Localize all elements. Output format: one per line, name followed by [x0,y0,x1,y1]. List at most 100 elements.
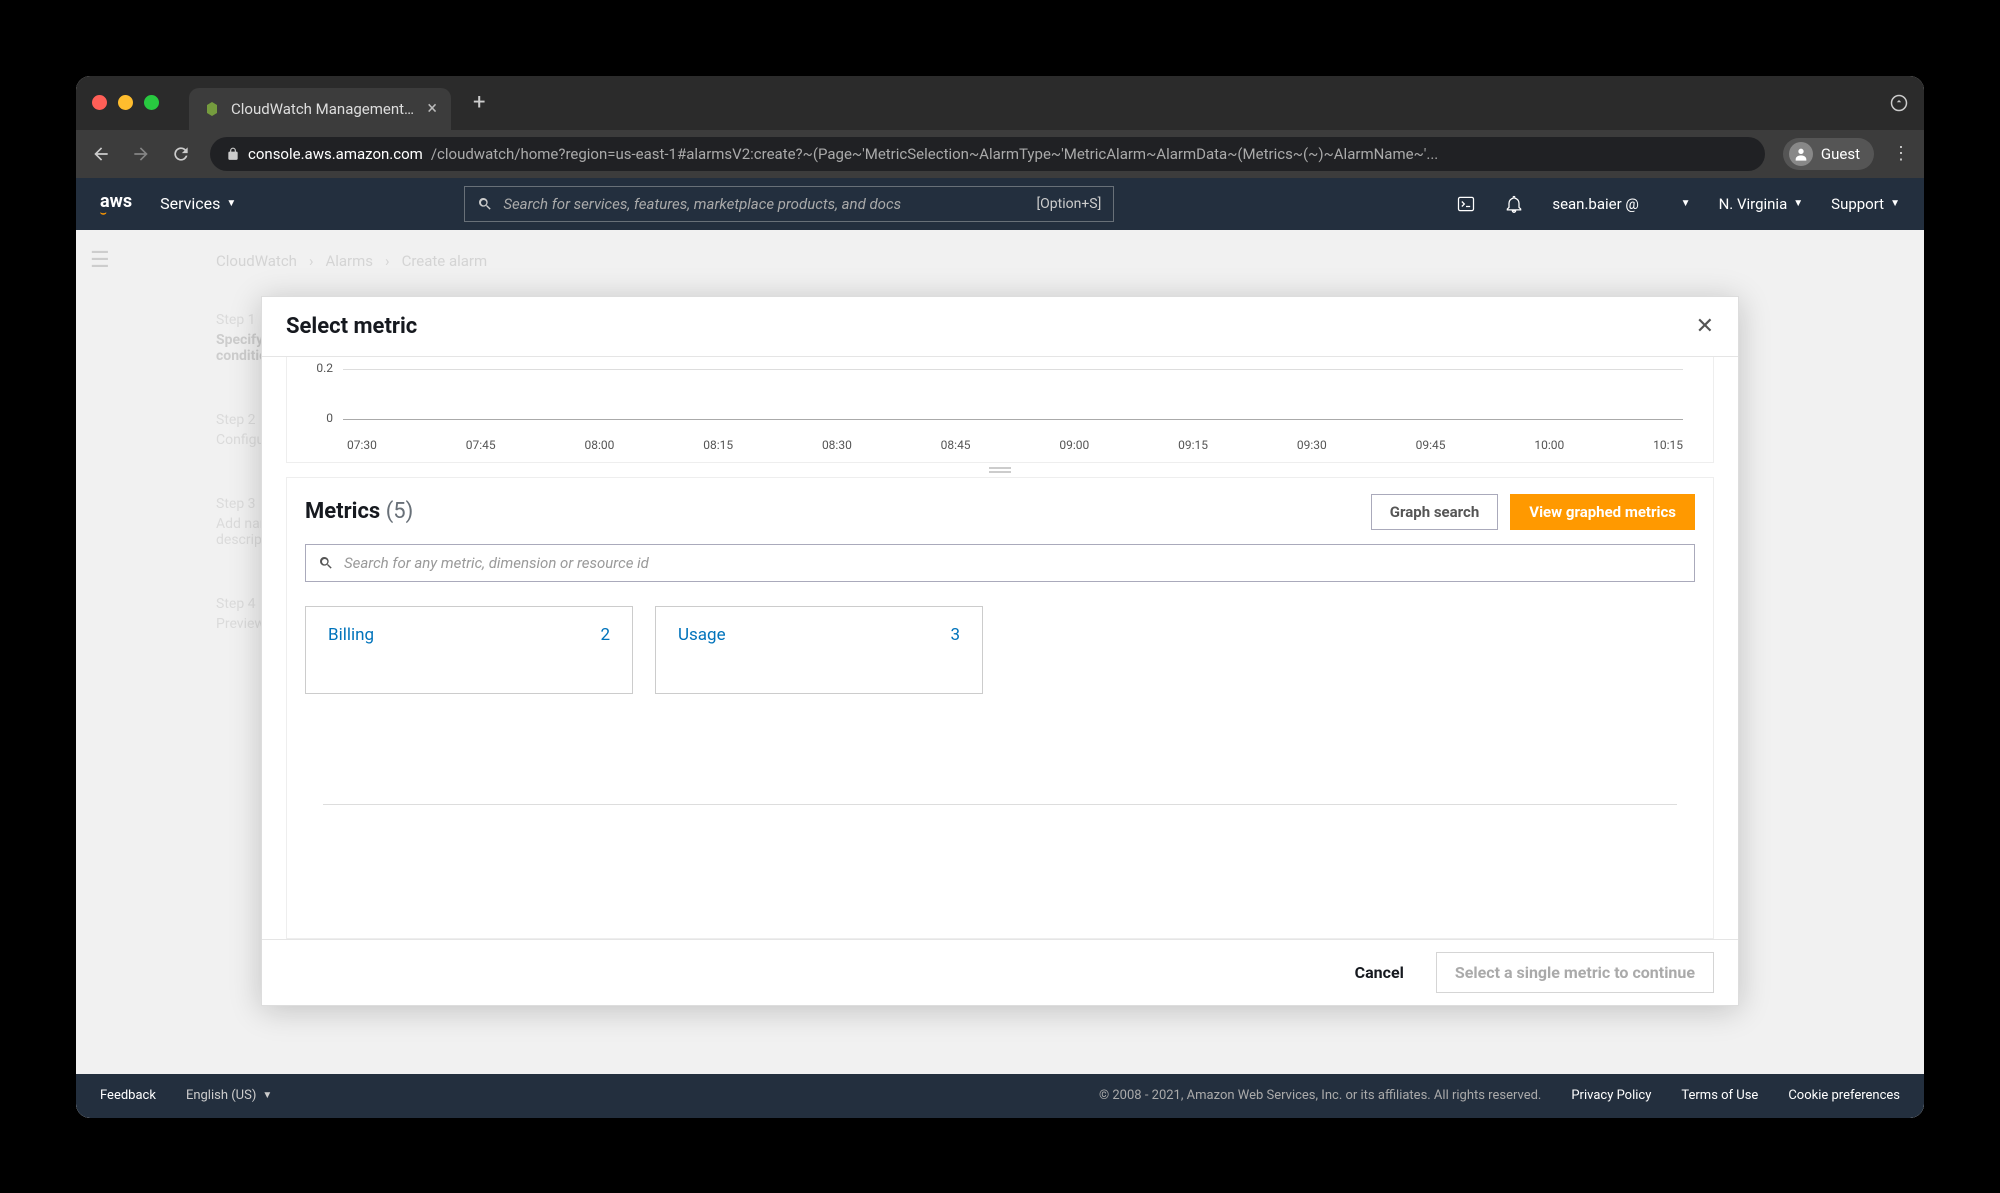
modal-footer: Cancel Select a single metric to continu… [262,939,1738,1005]
browser-omnibar: console.aws.amazon.com/cloudwatch/home?r… [76,130,1924,178]
browser-tab[interactable]: CloudWatch Management Cons × [189,88,451,130]
metrics-actions: Graph search View graphed metrics [1371,494,1695,530]
url-host: console.aws.amazon.com [248,145,423,163]
terms-link[interactable]: Terms of Use [1681,1088,1758,1103]
copyright: © 2008 - 2021, Amazon Web Services, Inc.… [1099,1088,1541,1103]
modal-header: Select metric ✕ [262,297,1738,357]
window-controls [92,95,159,110]
cancel-button[interactable]: Cancel [1343,955,1416,990]
browser-window: CloudWatch Management Cons × + console.a… [76,76,1924,1118]
x-tick: 09:00 [1059,438,1089,452]
metric-search[interactable] [305,544,1695,582]
metrics-title: Metrics (5) [305,499,413,524]
graph-search-button[interactable]: Graph search [1371,494,1498,530]
cloudshell-icon[interactable] [1456,194,1476,214]
y-tick: 0 [307,411,333,443]
metrics-count: (5) [386,499,414,524]
aws-search[interactable]: Search for services, features, marketpla… [464,186,1114,222]
support-menu[interactable]: Support ▼ [1831,195,1900,213]
gridline [343,369,1683,370]
tab-title: CloudWatch Management Cons [231,100,417,118]
search-icon [477,196,493,212]
services-menu[interactable]: Services ▼ [160,194,236,213]
feedback-link[interactable]: Feedback [100,1088,156,1103]
x-tick: 07:45 [466,438,496,452]
metric-card-usage[interactable]: Usage 3 [655,606,983,694]
support-label: Support [1831,195,1884,213]
select-metric-modal: Select metric ✕ 0.2 0 07:30 07:45 08:00 … [261,296,1739,1006]
region-menu[interactable]: N. Virginia ▼ [1719,195,1804,213]
card-name: Usage [678,625,726,645]
view-graphed-metrics-button[interactable]: View graphed metrics [1510,494,1695,530]
metrics-header: Metrics (5) Graph search View graphed me… [305,494,1695,530]
language-selector[interactable]: English (US) ▼ [186,1088,272,1103]
back-icon[interactable] [90,143,112,165]
drag-handle-icon [989,467,1011,473]
x-tick: 08:15 [703,438,733,452]
new-tab-button[interactable]: + [473,90,485,115]
card-count: 2 [600,625,610,645]
tab-close-icon[interactable]: × [427,98,437,119]
page-body: ☰ CloudWatch › Alarms › Create alarm Ste… [76,230,1924,1118]
language-label: English (US) [186,1088,256,1103]
profile-label: Guest [1821,145,1860,163]
metric-cards: Billing 2 Usage 3 [305,606,1695,694]
search-shortcut: [Option+S] [1036,196,1101,212]
caret-down-icon: ▼ [262,1090,272,1101]
metrics-label: Metrics [305,499,380,524]
x-tick: 09:45 [1416,438,1446,452]
profile-chip[interactable]: Guest [1783,138,1874,170]
url-path: /cloudwatch/home?region=us-east-1#alarms… [431,145,1438,163]
browser-tab-strip: CloudWatch Management Cons × + [76,76,1924,130]
metrics-panel: Metrics (5) Graph search View graphed me… [286,477,1714,939]
region-label: N. Virginia [1719,195,1788,213]
browser-menu-icon[interactable]: ⋮ [1892,143,1910,164]
avatar-icon [1789,142,1813,166]
chart-x-axis: 07:30 07:45 08:00 08:15 08:30 08:45 09:0… [347,438,1683,452]
aws-footer: Feedback English (US) ▼ © 2008 - 2021, Am… [76,1074,1924,1118]
caret-down-icon: ▼ [1890,198,1900,209]
url-bar[interactable]: console.aws.amazon.com/cloudwatch/home?r… [210,137,1765,171]
x-tick: 08:45 [941,438,971,452]
card-name: Billing [328,625,374,645]
window-minimize[interactable] [118,95,133,110]
search-placeholder: Search for services, features, marketpla… [503,195,1026,213]
caret-down-icon: ▼ [226,198,236,209]
notifications-icon[interactable] [1504,194,1524,214]
x-tick: 08:00 [584,438,614,452]
x-tick: 09:15 [1178,438,1208,452]
y-tick: 0.2 [307,361,333,393]
chart-preview: 0.2 0 07:30 07:45 08:00 08:15 08:30 08:4… [286,357,1714,463]
close-icon[interactable]: ✕ [1696,314,1714,339]
resize-handle[interactable] [262,463,1738,477]
card-count: 3 [950,625,960,645]
account-menu[interactable]: sean.baier @ ▼ [1552,195,1690,213]
footer-right: © 2008 - 2021, Amazon Web Services, Inc.… [1099,1088,1900,1103]
metric-card-billing[interactable]: Billing 2 [305,606,633,694]
x-tick: 10:00 [1534,438,1564,452]
divider [323,804,1677,805]
x-tick: 09:30 [1297,438,1327,452]
window-maximize[interactable] [144,95,159,110]
aws-logo[interactable]: aws⌣ [100,191,132,216]
metric-search-input[interactable] [344,554,1682,572]
x-tick: 10:15 [1653,438,1683,452]
x-axis-line [343,419,1683,420]
window-close[interactable] [92,95,107,110]
aws-top-nav: aws⌣ Services ▼ Search for services, feat… [76,178,1924,230]
cloudwatch-favicon [203,100,221,118]
modal-title: Select metric [286,314,417,339]
caret-down-icon: ▼ [1793,198,1803,209]
user-label: sean.baier @ [1552,195,1639,213]
browser-overflow-icon[interactable] [1890,94,1908,112]
privacy-link[interactable]: Privacy Policy [1571,1088,1651,1103]
x-tick: 07:30 [347,438,377,452]
search-icon [318,555,334,571]
reload-icon[interactable] [170,143,192,165]
lock-icon [226,147,240,161]
cookie-link[interactable]: Cookie preferences [1788,1088,1900,1103]
services-label: Services [160,194,220,213]
chart-y-axis: 0.2 0 [307,357,333,443]
continue-button: Select a single metric to continue [1436,952,1714,993]
forward-icon[interactable] [130,143,152,165]
